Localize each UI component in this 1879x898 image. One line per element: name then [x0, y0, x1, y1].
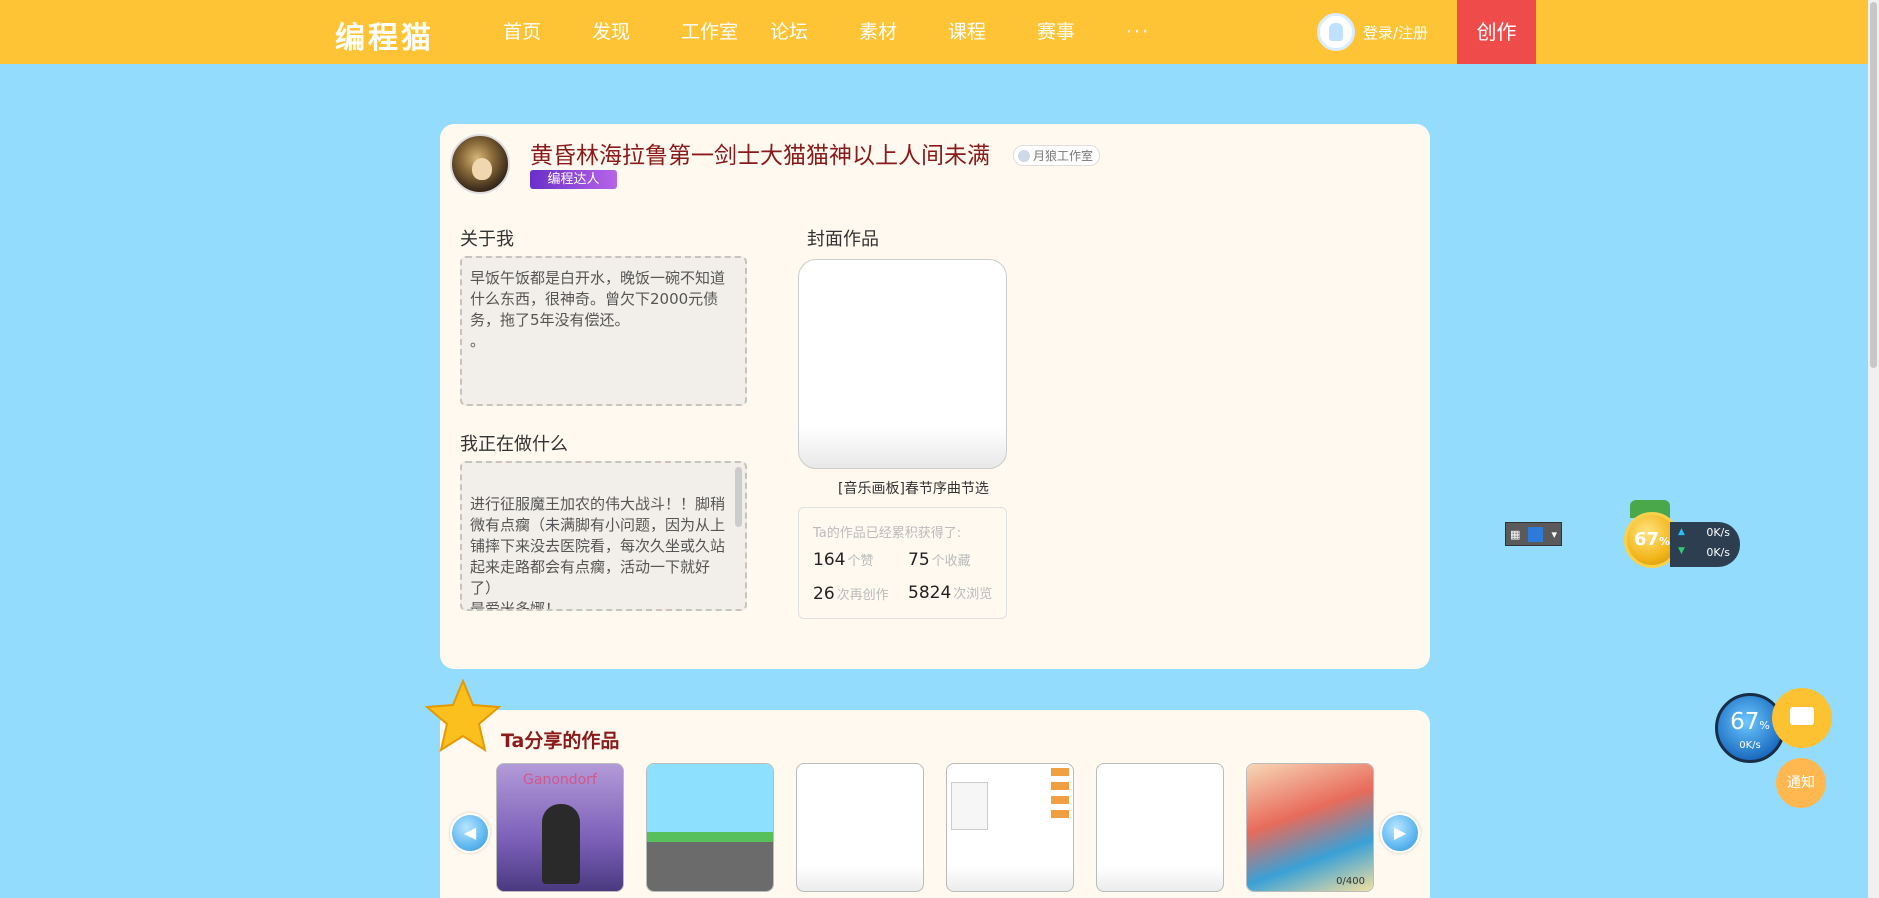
doing-title: 我正在做什么 [460, 434, 568, 455]
page-scrollbar[interactable] [1868, 0, 1879, 898]
floating-toolbar[interactable]: ▦ ▾ [1505, 522, 1562, 546]
work-thumb-1-title: Ganondorf [523, 772, 597, 788]
arrow-down-icon: ▼ [1678, 546, 1685, 556]
work-thumb-2[interactable] [646, 763, 774, 892]
nav-events[interactable]: 赛事 [1037, 0, 1126, 64]
doing-scrollbar[interactable] [735, 467, 742, 527]
arrow-up-icon: ▲ [1678, 527, 1685, 537]
net-up: 0K/s [1706, 526, 1730, 539]
gauge-speed: 0K/s [1739, 740, 1761, 751]
chat-icon [1790, 707, 1814, 725]
studio-name: 月狼工作室 [1033, 149, 1094, 163]
studio-tag[interactable]: 月狼工作室 [1013, 145, 1101, 166]
user-badge: 编程达人 [530, 170, 617, 189]
grid-icon: ▦ [1510, 527, 1521, 541]
stat-favorites-value: 75 [908, 550, 930, 570]
doing-box[interactable]: 进行征服魔王加农的伟大战斗！！脚稍微有点瘸（未满脚有小问题，因为从上铺摔下来没去… [460, 461, 747, 611]
stat-views: 5824 次浏览 [908, 584, 1002, 604]
about-title: 关于我 [460, 229, 514, 250]
profile-card: 黄昏林海拉鲁第一剑士大猫猫神以上人间未满 月狼工作室 编程达人 关于我 早饭午饭… [440, 124, 1430, 669]
works-prev-button[interactable]: ◀ [450, 813, 490, 853]
network-speed-panel: ▲ 0K/s ▼ 0K/s [1670, 522, 1740, 567]
user-avatar-icon [1317, 13, 1355, 51]
stat-remixes-unit: 次再创作 [836, 588, 889, 603]
chevron-right-icon: ▶ [1393, 823, 1407, 842]
user-square-icon [1528, 526, 1544, 542]
stat-remixes: 26 次再创作 [813, 584, 889, 604]
work-thumb-3[interactable] [796, 763, 924, 892]
nav-more[interactable]: ··· [1126, 0, 1215, 64]
stat-favorites-unit: 个收藏 [931, 554, 971, 569]
star-icon [425, 678, 501, 753]
main-nav: 首页 发现 工作室 论坛 素材 课程 赛事 ··· [480, 0, 1215, 64]
medal-unit: % [1659, 535, 1671, 548]
nav-courses[interactable]: 课程 [948, 0, 1037, 64]
work-thumb-4[interactable] [946, 763, 1074, 892]
work-thumb-6-image [1247, 764, 1373, 891]
notify-button[interactable]: 通知 [1776, 758, 1826, 808]
work-thumb-2-sky [647, 764, 773, 834]
stats-head: Ta的作品已经累积获得了: [813, 526, 962, 541]
doing-text: 进行征服魔王加农的伟大战斗！！脚稍微有点瘸（未满脚有小问题，因为从上铺摔下来没去… [470, 495, 726, 611]
cover-work[interactable] [798, 259, 1007, 469]
work-thumb-4-btn [1051, 796, 1069, 804]
works-next-button[interactable]: ▶ [1380, 813, 1420, 853]
works-title: Ta分享的作品 [501, 730, 620, 752]
work-thumb-6-counter: 0/400 [1336, 876, 1365, 887]
stat-views-value: 5824 [908, 583, 952, 603]
chevron-left-icon: ◀ [463, 823, 477, 842]
chat-button[interactable] [1772, 688, 1832, 748]
nav-studio[interactable]: 工作室 [681, 0, 770, 64]
work-thumb-2-road [647, 834, 773, 891]
stat-likes-value: 164 [813, 550, 846, 570]
top-nav: 编程猫 首页 发现 工作室 论坛 素材 课程 赛事 ··· 登录/注册 创作 [0, 0, 1879, 64]
dropdown-icon: ▾ [1551, 527, 1557, 541]
work-thumb-4-btn [1051, 768, 1069, 776]
work-thumb-5[interactable] [1096, 763, 1224, 892]
work-thumb-4-panel [951, 782, 988, 830]
stat-views-unit: 次浏览 [953, 587, 993, 602]
medal-value: 67 [1633, 529, 1660, 550]
gauge-number: 67 [1730, 709, 1760, 735]
work-thumb-4-btn [1051, 810, 1069, 818]
studio-icon [1018, 149, 1030, 162]
stat-likes-unit: 个赞 [847, 554, 874, 569]
work-thumb-6[interactable]: 0/400 [1246, 763, 1374, 892]
stat-likes: 164 个赞 [813, 550, 873, 570]
stats-box: Ta的作品已经累积获得了: 164 个赞 75 个收藏 26 次再创作 5824 次浏览 [798, 507, 1007, 619]
cover-title: 封面作品 [807, 229, 879, 250]
work-thumb-4-btn [1051, 782, 1069, 790]
about-text: 早饭午饭都是白开水，晚饭一碗不知道什么东西，很神奇。曾欠下2000元债务，拖了5… [460, 256, 747, 406]
net-down: 0K/s [1706, 546, 1730, 559]
profile-avatar [450, 134, 510, 194]
stat-favorites: 75 个收藏 [908, 550, 971, 570]
login-register[interactable]: 登录/注册 [1317, 13, 1428, 51]
cover-caption[interactable]: [音乐画板]春节序曲节选 [838, 478, 989, 498]
site-logo[interactable]: 编程猫 [335, 13, 434, 57]
stat-remixes-value: 26 [813, 584, 835, 604]
nav-materials[interactable]: 素材 [859, 0, 948, 64]
nav-home[interactable]: 首页 [480, 0, 592, 64]
page-scrollbar-thumb[interactable] [1870, 2, 1877, 368]
work-thumb-2-grass [647, 832, 773, 842]
profile-username: 黄昏林海拉鲁第一剑士大猫猫神以上人间未满 [530, 143, 990, 169]
create-button[interactable]: 创作 [1457, 0, 1536, 64]
nav-discover[interactable]: 发现 [592, 0, 681, 64]
login-label: 登录/注册 [1363, 23, 1429, 42]
work-thumb-1-figure [542, 804, 580, 884]
work-thumb-1[interactable]: Ganondorf [496, 763, 624, 892]
gauge-unit: % [1759, 719, 1770, 732]
nav-forum[interactable]: 论坛 [770, 0, 859, 64]
